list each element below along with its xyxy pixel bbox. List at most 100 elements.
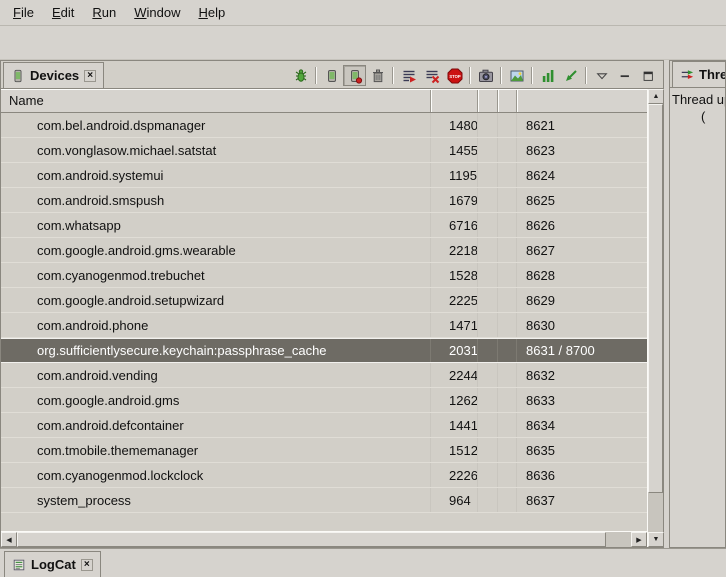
- process-spacer1: [478, 339, 498, 362]
- process-name: com.android.defcontainer: [1, 413, 431, 437]
- process-spacer1: [478, 163, 498, 187]
- menu-help-rest: elp: [208, 5, 225, 20]
- process-row[interactable]: com.google.android.gms 12623 8633: [1, 388, 647, 413]
- column-header-name[interactable]: Name: [1, 90, 431, 112]
- toolbar-separator: [392, 67, 394, 84]
- menu-file[interactable]: File: [4, 2, 43, 23]
- scroll-up-icon[interactable]: ▲: [648, 89, 664, 104]
- view-menu-icon[interactable]: [590, 65, 613, 86]
- tab-threads[interactable]: Threads: [672, 61, 725, 87]
- column-header-pid[interactable]: [431, 90, 478, 112]
- menu-run[interactable]: Run: [83, 2, 125, 23]
- process-name: org.sufficientlysecure.keychain:passphra…: [1, 339, 431, 362]
- process-row[interactable]: com.whatsapp 6716 8626: [1, 213, 647, 238]
- process-row[interactable]: com.google.android.gms.wearable 22185 86…: [1, 238, 647, 263]
- update-threads-icon[interactable]: [397, 65, 420, 86]
- process-port: 8637: [517, 488, 647, 512]
- process-row[interactable]: com.cyanogenmod.trebuchet 1528 8628: [1, 263, 647, 288]
- process-pid: 6716: [431, 213, 478, 237]
- process-name: com.android.systemui: [1, 163, 431, 187]
- column-header-port[interactable]: [517, 90, 647, 112]
- process-port: 8635: [517, 438, 647, 462]
- screenshot-icon[interactable]: [474, 65, 497, 86]
- toolbar-separator: [531, 67, 533, 84]
- vertical-scroll-track[interactable]: [648, 104, 663, 532]
- threads-tabbar: Threads: [670, 61, 725, 88]
- process-spacer2: [498, 138, 517, 162]
- process-port: 8632: [517, 363, 647, 387]
- dump-hprof-icon[interactable]: [343, 65, 366, 86]
- devices-tabbar: Devices ×: [1, 61, 663, 89]
- vertical-scroll-thumb[interactable]: [648, 104, 663, 493]
- logcat-tab-label: LogCat: [31, 557, 76, 572]
- devices-tab-icon: [11, 69, 25, 83]
- menu-help[interactable]: Help: [189, 2, 234, 23]
- method-profiling-icon[interactable]: [536, 65, 559, 86]
- toolbar-separator: [585, 67, 587, 84]
- tab-logcat[interactable]: LogCat ×: [4, 551, 101, 577]
- process-row[interactable]: com.android.systemui 1195 8624: [1, 163, 647, 188]
- maximize-icon[interactable]: [636, 65, 659, 86]
- process-pid: 14411: [431, 413, 478, 437]
- logcat-tab-close-icon[interactable]: ×: [81, 559, 93, 571]
- menu-window[interactable]: Window: [125, 2, 189, 23]
- process-pid: 22185: [431, 238, 478, 262]
- stop-process-icon[interactable]: STOP: [443, 65, 466, 86]
- scroll-right-icon[interactable]: ▶: [631, 532, 647, 547]
- process-row[interactable]: com.android.defcontainer 14411 8634: [1, 413, 647, 438]
- process-spacer1: [478, 463, 498, 487]
- process-name: com.google.android.gms: [1, 388, 431, 412]
- horizontal-scroll-track[interactable]: [17, 532, 631, 547]
- horizontal-scrollbar[interactable]: ◀ ▶: [1, 531, 647, 547]
- process-spacer2: [498, 213, 517, 237]
- horizontal-scroll-thumb[interactable]: [17, 532, 606, 547]
- process-row[interactable]: com.tmobile.thememanager 1512 8635: [1, 438, 647, 463]
- process-row[interactable]: com.android.vending 22440 8632: [1, 363, 647, 388]
- start-profiling-icon[interactable]: [559, 65, 582, 86]
- vertical-scrollbar[interactable]: ▲ ▼: [647, 89, 663, 547]
- debug-icon[interactable]: [289, 65, 312, 86]
- minimize-icon[interactable]: [613, 65, 636, 86]
- process-name: system_process: [1, 488, 431, 512]
- menu-edit[interactable]: Edit: [43, 2, 83, 23]
- process-pid: 1471: [431, 313, 478, 337]
- process-pid: 12623: [431, 388, 478, 412]
- process-port: 8633: [517, 388, 647, 412]
- process-row[interactable]: system_process 964 8637: [1, 488, 647, 513]
- process-row[interactable]: com.cyanogenmod.lockclock 22265 8636: [1, 463, 647, 488]
- update-heap-icon[interactable]: [320, 65, 343, 86]
- gc-icon[interactable]: [366, 65, 389, 86]
- devices-tab-close-icon[interactable]: ×: [84, 70, 96, 82]
- process-spacer2: [498, 438, 517, 462]
- capture-ui-icon[interactable]: [505, 65, 528, 86]
- devices-table-header: Name: [1, 89, 647, 113]
- process-spacer1: [478, 388, 498, 412]
- process-name: com.bel.android.dspmanager: [1, 113, 431, 137]
- process-row[interactable]: com.bel.android.dspmanager 1480 8621: [1, 113, 647, 138]
- scroll-down-icon[interactable]: ▼: [648, 532, 664, 547]
- process-row[interactable]: com.google.android.setupwizard 22250 862…: [1, 288, 647, 313]
- process-row[interactable]: org.sufficientlysecure.keychain:passphra…: [1, 338, 647, 363]
- process-spacer2: [498, 313, 517, 337]
- process-name: com.vonglasow.michael.satstat: [1, 138, 431, 162]
- menu-file-rest: ile: [21, 5, 34, 20]
- threads-tab-label: Threads: [699, 67, 725, 82]
- scroll-left-icon[interactable]: ◀: [1, 532, 17, 547]
- process-port: 8621: [517, 113, 647, 137]
- process-name: com.tmobile.thememanager: [1, 438, 431, 462]
- process-pid: 964: [431, 488, 478, 512]
- process-spacer1: [478, 363, 498, 387]
- tab-devices[interactable]: Devices ×: [3, 62, 104, 88]
- process-row[interactable]: com.android.smspush 1679 8625: [1, 188, 647, 213]
- column-header-spacer2[interactable]: [498, 90, 517, 112]
- bottom-bar: LogCat ×: [0, 548, 726, 577]
- process-port: 8634: [517, 413, 647, 437]
- process-spacer2: [498, 463, 517, 487]
- threads-message-line2: (: [672, 108, 725, 125]
- stop-method-profiling-icon[interactable]: [420, 65, 443, 86]
- process-port: 8625: [517, 188, 647, 212]
- column-header-spacer1[interactable]: [478, 90, 498, 112]
- process-row[interactable]: com.android.phone 1471 8630: [1, 313, 647, 338]
- process-row[interactable]: com.vonglasow.michael.satstat 14553 8623: [1, 138, 647, 163]
- process-spacer2: [498, 339, 517, 362]
